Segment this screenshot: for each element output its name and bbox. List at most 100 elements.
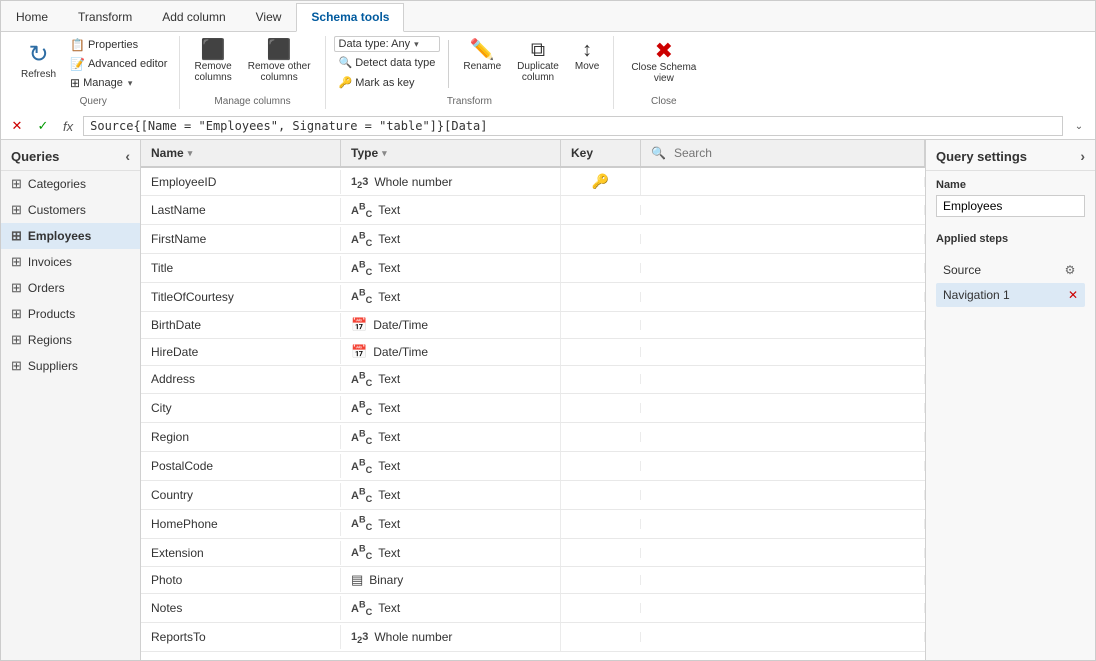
move-label: Move (575, 61, 599, 72)
mark-as-key-button[interactable]: 🔑 Mark as key (334, 73, 441, 92)
tab-transform[interactable]: Transform (63, 3, 147, 31)
confirm-formula-button[interactable]: ✓ (33, 116, 53, 136)
cell-field-type: ABC Text (341, 539, 561, 567)
settings-expand-button[interactable]: › (1080, 148, 1085, 164)
cell-field-empty (641, 263, 925, 273)
data-type-arrow: ▾ (414, 39, 419, 50)
cell-field-name: BirthDate (141, 313, 341, 337)
column-header-type[interactable]: Type ▾ (341, 140, 561, 166)
search-input[interactable] (674, 146, 914, 160)
sidebar-item-products[interactable]: ⊞Products (1, 301, 140, 327)
detect-label: Detect data type (355, 57, 435, 69)
table-row[interactable]: HomePhone ABC Text (141, 510, 925, 539)
step-item-navigation-1[interactable]: Navigation 1✕ (936, 283, 1085, 307)
table-row[interactable]: BirthDate 📅 Date/Time (141, 312, 925, 339)
cell-field-key (561, 519, 641, 529)
cell-field-empty (641, 632, 925, 642)
table-row[interactable]: EmployeeID 123 Whole number 🔑 (141, 168, 925, 196)
cell-field-name: Address (141, 367, 341, 391)
sidebar-item-orders[interactable]: ⊞Orders (1, 275, 140, 301)
table-row[interactable]: Notes ABC Text (141, 594, 925, 623)
advanced-editor-button[interactable]: 📝 Advanced editor (66, 55, 171, 73)
cell-field-name: PostalCode (141, 454, 341, 478)
formula-expand-button[interactable]: ⌄ (1069, 116, 1089, 136)
main-area: Queries ‹ ⊞Categories⊞Customers⊞Employee… (1, 140, 1095, 660)
cell-field-key (561, 263, 641, 273)
advanced-editor-label: Advanced editor (88, 58, 168, 70)
table-row[interactable]: Photo ▤ Binary (141, 567, 925, 594)
sidebar-item-customers[interactable]: ⊞Customers (1, 197, 140, 223)
table-row[interactable]: PostalCode ABC Text (141, 452, 925, 481)
sidebar-item-regions[interactable]: ⊞Regions (1, 327, 140, 353)
cell-field-type: ABC Text (341, 594, 561, 622)
table-row[interactable]: TitleOfCourtesy ABC Text (141, 283, 925, 312)
applied-steps-list: Source⚙Navigation 1✕ (926, 257, 1095, 307)
cell-field-empty (641, 403, 925, 413)
cell-field-type: ABC Text (341, 510, 561, 538)
sidebar-item-categories[interactable]: ⊞Categories (1, 171, 140, 197)
column-header-key: Key (561, 140, 641, 166)
queries-list: ⊞Categories⊞Customers⊞Employees⊞Invoices… (1, 171, 140, 379)
cell-field-empty (641, 374, 925, 384)
data-area: Name ▾ Type ▾ Key 🔍 Employe (141, 140, 925, 660)
cell-field-type: 📅 Date/Time (341, 312, 561, 338)
step-item-source[interactable]: Source⚙ (936, 257, 1085, 283)
sidebar-item-invoices[interactable]: ⊞Invoices (1, 249, 140, 275)
cell-field-type: ABC Text (341, 283, 561, 311)
cancel-formula-button[interactable]: ✕ (7, 116, 27, 136)
cell-field-type: ABC Text (341, 196, 561, 224)
tab-add-column[interactable]: Add column (147, 3, 240, 31)
remove-other-columns-button[interactable]: ⬛ Remove othercolumns (242, 36, 317, 87)
rename-button[interactable]: ✏️ Rename (457, 36, 507, 76)
cell-field-key (561, 632, 641, 642)
query-table-icon: ⊞ (11, 228, 22, 244)
move-icon: ↕ (582, 40, 592, 60)
sidebar-item-employees[interactable]: ⊞Employees (1, 223, 140, 249)
cell-field-name: TitleOfCourtesy (141, 285, 341, 309)
table-row[interactable]: Title ABC Text (141, 254, 925, 283)
data-type-selector[interactable]: Data type: Any ▾ (334, 36, 441, 52)
column-header-name[interactable]: Name ▾ (141, 140, 341, 166)
remove-other-columns-label: Remove othercolumns (248, 61, 311, 83)
tab-schema-tools[interactable]: Schema tools (296, 3, 404, 32)
duplicate-column-button[interactable]: ⧉ Duplicatecolumn (511, 36, 565, 87)
cell-field-type: ABC Text (341, 452, 561, 480)
table-row[interactable]: City ABC Text (141, 394, 925, 423)
remove-other-columns-icon: ⬛ (267, 40, 292, 60)
query-table-icon: ⊞ (11, 280, 22, 296)
tab-view[interactable]: View (241, 3, 297, 31)
ribbon-group-manage-columns: ⬛ Removecolumns ⬛ Remove othercolumns Ma… (180, 36, 325, 109)
cell-field-empty (641, 603, 925, 613)
table-row[interactable]: Address ABC Text (141, 366, 925, 395)
cell-field-type: ABC Text (341, 254, 561, 282)
step-delete-button[interactable]: ✕ (1068, 288, 1078, 302)
name-sort-arrow: ▾ (188, 148, 193, 159)
table-row[interactable]: Country ABC Text (141, 481, 925, 510)
mark-key-label: Mark as key (355, 77, 414, 89)
table-row[interactable]: LastName ABC Text (141, 196, 925, 225)
move-button[interactable]: ↕ Move (569, 36, 605, 76)
sidebar-item-suppliers[interactable]: ⊞Suppliers (1, 353, 140, 379)
step-gear-button[interactable]: ⚙ (1062, 262, 1078, 278)
cell-field-name: ReportsTo (141, 625, 341, 649)
remove-columns-icon: ⬛ (201, 40, 226, 60)
table-row[interactable]: Region ABC Text (141, 423, 925, 452)
manage-button[interactable]: ⊞ Manage ▾ (66, 74, 171, 92)
settings-name-input[interactable] (936, 195, 1085, 217)
refresh-button[interactable]: ↻ Refresh (15, 36, 62, 84)
table-row[interactable]: ReportsTo 123 Whole number (141, 623, 925, 651)
detect-data-type-button[interactable]: 🔍 Detect data type (334, 53, 441, 72)
transform-separator (448, 40, 449, 88)
properties-button[interactable]: 📋 Properties (66, 36, 171, 54)
queries-collapse-button[interactable]: ‹ (125, 148, 130, 164)
table-row[interactable]: FirstName ABC Text (141, 225, 925, 254)
tab-home[interactable]: Home (1, 3, 63, 31)
table-row[interactable]: HireDate 📅 Date/Time (141, 339, 925, 366)
cell-field-key (561, 461, 641, 471)
remove-columns-button[interactable]: ⬛ Removecolumns (188, 36, 237, 87)
ribbon-group-close: ✖ Close Schemaview Close (614, 36, 713, 109)
close-schema-button[interactable]: ✖ Close Schemaview (622, 36, 705, 88)
formula-input[interactable] (83, 116, 1063, 136)
table-row[interactable]: Extension ABC Text (141, 539, 925, 568)
cell-field-name: Region (141, 425, 341, 449)
